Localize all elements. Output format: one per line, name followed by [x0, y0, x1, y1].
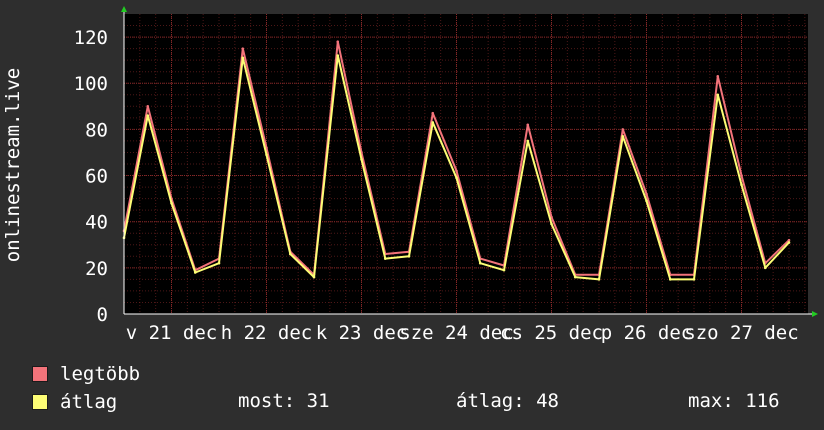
y-tick-label: 40: [85, 212, 108, 234]
y-tick-label: 80: [85, 119, 108, 141]
data-point-average: [455, 176, 458, 180]
data-point-average: [360, 158, 363, 161]
y-axis-arrow-icon: [121, 6, 127, 12]
data-point-average: [336, 54, 340, 57]
data-point-max: [645, 192, 648, 196]
y-tick-label: 60: [85, 166, 108, 188]
data-point-average: [550, 222, 553, 226]
stat-max: max: 116: [688, 390, 780, 412]
data-point-average: [716, 93, 720, 97]
data-point-average: [692, 278, 696, 281]
x-tick-label: v 21 dec: [126, 322, 218, 344]
x-tick-label: k 23 dec: [316, 322, 408, 344]
legend-item-max: legtöbb: [32, 363, 140, 385]
x-axis-arrow-icon: [812, 311, 818, 317]
data-point-average: [478, 261, 482, 265]
data-point-average: [787, 241, 791, 244]
y-tick-label: 100: [74, 73, 108, 95]
data-point-average: [193, 271, 197, 274]
data-point-average: [312, 275, 316, 279]
data-point-average: [170, 201, 173, 205]
y-tick-label: 0: [97, 304, 108, 326]
data-point-max: [146, 105, 150, 108]
data-point-average: [740, 183, 743, 187]
data-point-max: [716, 75, 720, 78]
data-point-average: [431, 121, 435, 124]
data-point-max: [740, 174, 743, 177]
data-point-average: [597, 278, 601, 281]
data-point-average: [217, 261, 221, 265]
y-tick-label: 120: [74, 27, 108, 49]
data-point-average: [573, 275, 577, 279]
data-point-max: [431, 111, 435, 115]
y-tick-label: 20: [85, 258, 108, 280]
legend-swatch-max: [32, 366, 48, 382]
x-tick-label: p 26 dec: [601, 322, 693, 344]
x-tick-label: szo 27 dec: [684, 322, 798, 344]
data-point-average: [621, 135, 625, 138]
y-axis-label: onlinestream.live: [2, 68, 24, 262]
stat-average: átlag: 48: [456, 390, 559, 412]
data-point-average: [763, 266, 767, 270]
chart: 0 20 40 60 80 100 120 v 21 dec h 22 dec k 23 dec…: [2, 6, 818, 344]
data-point-max: [787, 238, 791, 242]
legend-item-avg: átlag: [32, 391, 117, 413]
x-tick-label: cs 25 dec: [500, 322, 603, 344]
data-point-average: [645, 199, 648, 203]
data-point-average: [383, 257, 387, 260]
x-tick-label: h 22 dec: [221, 322, 313, 344]
y-axis-ticks: 0 20 40 60 80 100 120: [74, 27, 108, 326]
data-point-max: [336, 40, 340, 43]
data-point-max: [621, 128, 625, 131]
data-point-average: [526, 139, 530, 143]
legend-swatch-avg: [32, 394, 48, 410]
data-point-average: [265, 153, 268, 157]
x-tick-label: sze 24 dec: [399, 322, 513, 344]
data-point-average: [288, 252, 292, 256]
data-point-max: [455, 169, 458, 173]
data-point-average: [668, 278, 672, 281]
data-point-average: [502, 268, 506, 272]
x-axis-ticks: v 21 dec h 22 dec k 23 decsze 24 deccs 25 …: [126, 322, 799, 344]
data-point-average: [241, 56, 245, 60]
data-point-average: [146, 114, 150, 117]
legend-label-max: legtöbb: [60, 363, 141, 385]
data-point-max: [526, 123, 530, 127]
data-point-average: [407, 255, 411, 258]
data-point-max: [241, 47, 245, 50]
stat-now: most: 31: [238, 390, 330, 412]
legend-label-avg: átlag: [60, 391, 118, 413]
